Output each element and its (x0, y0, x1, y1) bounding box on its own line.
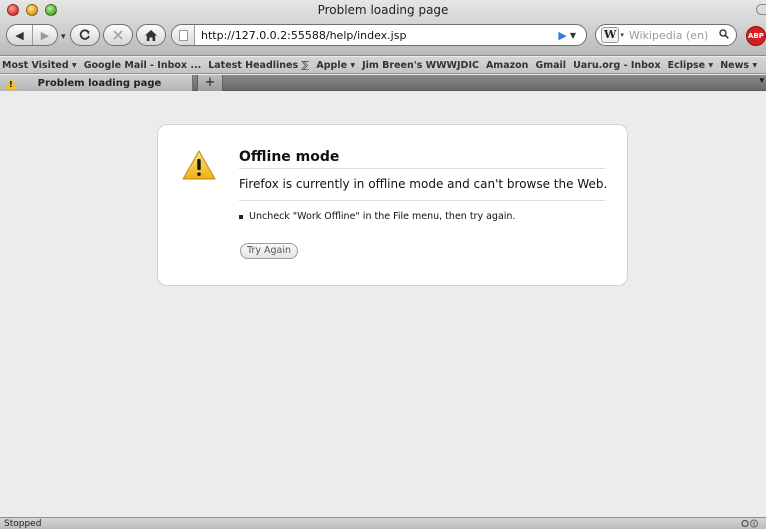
adblock-plus-icon[interactable]: ABP (746, 26, 766, 46)
bookmark-item[interactable]: Uaru.org - Inbox (573, 60, 661, 71)
new-tab-button[interactable]: + (197, 75, 223, 91)
tab-list-icon[interactable]: ▾ (759, 76, 764, 86)
forward-button[interactable]: ▶ (31, 25, 57, 45)
status-bar: Stopped (0, 517, 766, 529)
bookmark-item[interactable]: Latest Headlines ⅀ (208, 60, 309, 71)
page-content: Offline mode Firefox is currently in off… (0, 92, 766, 517)
error-page-container: Offline mode Firefox is currently in off… (157, 124, 628, 286)
navigation-toolbar: ◀ ▶ ▾ http://127.0.0.2:55588/help/index.… (0, 22, 766, 54)
status-text: Stopped (4, 519, 42, 529)
bookmark-item[interactable]: News ▾ (720, 60, 757, 71)
bookmark-item[interactable]: Jim Breen's WWWJDIC (362, 60, 479, 71)
bookmark-item[interactable]: Google Mail - Inbox ... (84, 60, 201, 71)
search-icon[interactable] (719, 28, 729, 42)
page-icon (179, 29, 188, 41)
try-again-button[interactable]: Try Again (240, 243, 298, 259)
back-button[interactable]: ◀ (7, 25, 32, 45)
url-dropdown-icon[interactable]: ▼ (570, 31, 576, 40)
bookmark-item[interactable]: Most Visited ▾ (2, 60, 77, 71)
go-arrow-icon[interactable]: ▶ (558, 29, 566, 42)
suggestion-text: Uncheck "Work Offline" in the File menu,… (249, 211, 516, 222)
tab-strip: ! Problem loading page + ▾ (0, 75, 766, 91)
search-bar[interactable]: W ▾ Wikipedia (en) (595, 24, 737, 46)
home-button[interactable] (136, 24, 166, 46)
window-title: Problem loading page (317, 3, 449, 17)
search-engine-dropdown-icon[interactable]: ▾ (620, 31, 624, 39)
search-engine-icon[interactable]: W (601, 27, 620, 43)
list-item: Uncheck "Work Offline" in the File menu,… (239, 211, 515, 222)
search-input[interactable]: Wikipedia (en) (629, 29, 719, 42)
bookmark-item[interactable]: Eclipse ▾ (668, 60, 714, 71)
error-suggestions-list: Uncheck "Work Offline" in the File menu,… (239, 211, 515, 222)
url-bar[interactable]: http://127.0.0.2:55588/help/index.jsp ▶ … (171, 24, 587, 46)
bookmark-item[interactable]: Apple ▾ (316, 60, 355, 71)
warning-icon (182, 150, 216, 180)
title-bar: Problem loading page (0, 0, 766, 19)
history-dropdown-icon[interactable]: ▾ (61, 32, 66, 42)
bookmarks-toolbar: Most Visited ▾ Google Mail - Inbox ... L… (0, 57, 766, 74)
url-input[interactable]: http://127.0.0.2:55588/help/index.jsp (201, 29, 558, 42)
stop-icon (113, 30, 123, 40)
toolbar-toggle-button[interactable] (756, 4, 766, 15)
reload-icon (79, 29, 90, 40)
back-forward-buttons: ◀ ▶ (6, 24, 58, 46)
bookmark-item[interactable]: Amazon (486, 60, 528, 71)
stop-button[interactable] (103, 24, 133, 46)
tab-active[interactable]: ! Problem loading page (0, 75, 193, 91)
divider (239, 200, 605, 201)
site-identity-button[interactable] (173, 25, 195, 45)
error-short-description: Firefox is currently in offline mode and… (239, 177, 608, 191)
reload-button[interactable] (70, 24, 100, 46)
error-title: Offline mode (239, 149, 605, 169)
gear-icon[interactable] (740, 518, 760, 529)
warning-icon: ! (5, 77, 17, 89)
bullet-icon (239, 214, 243, 219)
bookmark-item[interactable]: Gmail (535, 60, 566, 71)
tab-title: Problem loading page (37, 77, 162, 89)
browser-chrome: Problem loading page ◀ ▶ ▾ http://127.0.… (0, 0, 766, 56)
status-addon-icons[interactable] (740, 518, 760, 529)
home-icon (145, 29, 157, 41)
